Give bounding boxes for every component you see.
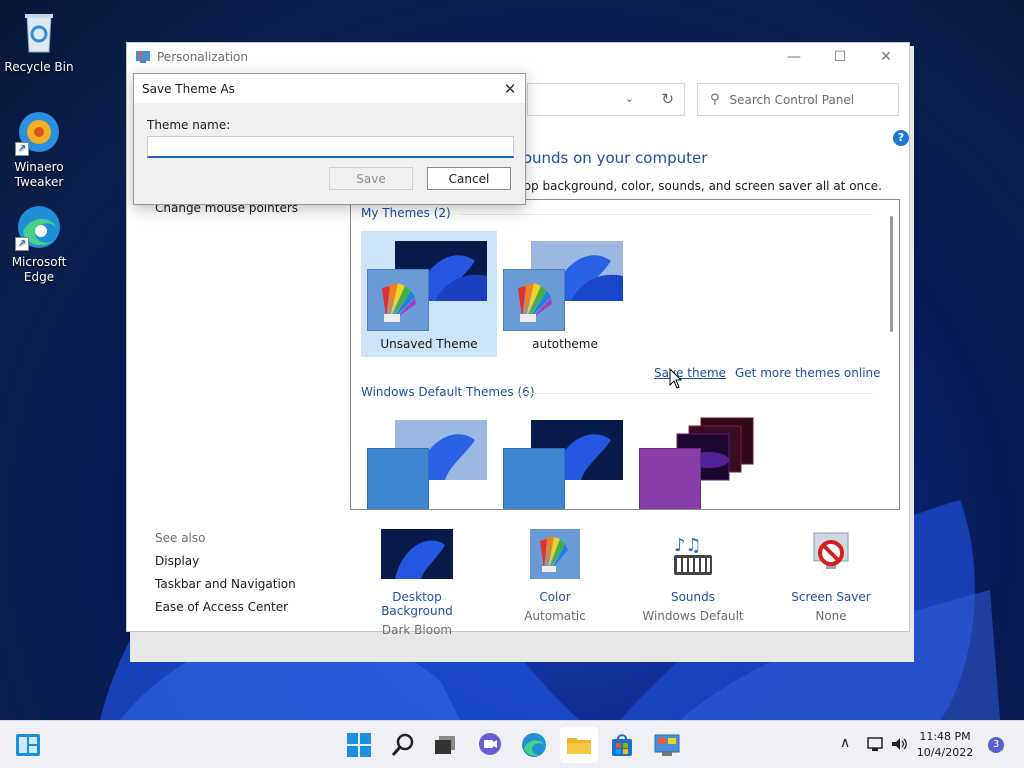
divider: [461, 214, 873, 215]
setting-value: Dark Bloom: [381, 623, 453, 637]
edge-icon[interactable]: [520, 731, 548, 759]
desktop-icon-label: Recycle Bin: [4, 60, 74, 74]
maximize-button[interactable]: ☐: [817, 43, 863, 71]
dialog-titlebar[interactable]: Save Theme As: [134, 74, 525, 103]
theme-label: autotheme: [532, 337, 598, 351]
chevron-up-icon[interactable]: ∧: [840, 735, 850, 751]
shortcut-arrow-icon: ↗: [15, 142, 29, 156]
page-heading: sounds on your computer: [515, 149, 708, 167]
sounds-setting[interactable]: ♪♫ Sounds Windows Default: [641, 529, 745, 623]
setting-title: Color: [539, 590, 571, 604]
search-box[interactable]: ⚲ Search Control Panel: [697, 83, 899, 116]
see-also-title: See also: [155, 531, 206, 545]
sounds-icon: ♪♫: [674, 535, 712, 575]
color-swatch: [503, 448, 565, 509]
page-subtext: top background, color, sounds, and scree…: [519, 179, 882, 193]
recycle-bin-icon: [15, 8, 63, 56]
desktop-icon-label: Microsoft Edge: [11, 255, 67, 284]
clock-time: 11:48 PM: [919, 730, 971, 743]
notification-badge[interactable]: 3: [988, 737, 1004, 753]
theme-autotheme[interactable]: autotheme: [497, 231, 633, 357]
color-fan-icon: [530, 529, 580, 579]
svg-text:♪♫: ♪♫: [674, 535, 702, 556]
control-panel-icon: [136, 51, 150, 63]
window-title: Personalization: [157, 50, 248, 64]
volume-icon[interactable]: [890, 735, 908, 753]
color-swatch: [367, 448, 429, 509]
address-bar[interactable]: ⌄ ↻: [527, 83, 685, 116]
screen-saver-setting[interactable]: Screen Saver None: [787, 529, 875, 623]
desktop-background-setting[interactable]: Desktop Background Dark Bloom: [361, 529, 473, 637]
task-view-icon[interactable]: [431, 731, 459, 759]
desktop-icon-microsoft-edge[interactable]: ↗ Microsoft Edge: [1, 203, 77, 285]
theme-name-input[interactable]: [147, 136, 514, 158]
chevron-down-icon[interactable]: ⌄: [625, 92, 634, 105]
themes-scrollbar[interactable]: [890, 216, 893, 332]
dialog-title: Save Theme As: [142, 81, 235, 96]
desktop-icon-recycle-bin[interactable]: Recycle Bin: [1, 8, 77, 75]
taskbar: ∧ 11:48 PM 10/4/2022 3: [0, 720, 1024, 768]
default-theme-3[interactable]: [633, 410, 769, 509]
see-also-display-link[interactable]: Display: [155, 554, 199, 568]
desktop-icon-winaero-tweaker[interactable]: ↗ Winaero Tweaker: [1, 108, 77, 190]
save-theme-dialog: Save Theme As ✕ Theme name: Save Cancel: [133, 73, 526, 205]
chat-icon[interactable]: [476, 731, 504, 759]
save-theme-link[interactable]: Save theme: [654, 366, 726, 380]
refresh-icon[interactable]: ↻: [661, 90, 674, 108]
setting-value: Automatic: [524, 609, 586, 623]
cancel-button[interactable]: Cancel: [427, 167, 511, 190]
see-also-taskbar-link[interactable]: Taskbar and Navigation: [155, 577, 296, 591]
setting-title: Screen Saver: [791, 590, 871, 604]
color-fan-icon: [503, 269, 565, 331]
divider: [519, 393, 873, 394]
theme-name-label: Theme name:: [147, 118, 231, 132]
desktop-icon-label: Winaero Tweaker: [14, 160, 64, 189]
setting-value: Windows Default: [642, 609, 744, 623]
search-icon[interactable]: [389, 731, 417, 759]
screen-saver-icon: [813, 532, 849, 569]
default-theme-2[interactable]: [497, 410, 633, 509]
shortcut-arrow-icon: ↗: [15, 237, 29, 251]
help-icon[interactable]: ?: [893, 130, 909, 146]
start-icon[interactable]: [345, 731, 373, 759]
edge-icon: ↗: [15, 203, 63, 251]
themes-list: My Themes (2) Unsaved Theme autotheme Sa…: [350, 199, 900, 510]
clock-date: 10/4/2022: [916, 746, 974, 759]
setting-title: Desktop Background: [381, 590, 453, 618]
mouse-cursor-icon: [669, 368, 683, 389]
minimize-button[interactable]: —: [771, 43, 817, 71]
save-button[interactable]: Save: [329, 167, 413, 190]
microsoft-store-icon[interactable]: [608, 731, 636, 759]
desktop-background-thumbnail: [381, 529, 453, 579]
search-icon: ⚲: [710, 92, 720, 107]
file-explorer-icon[interactable]: [565, 731, 593, 759]
theme-unsaved[interactable]: Unsaved Theme: [361, 231, 497, 357]
color-swatch: [639, 448, 701, 509]
theme-label: Unsaved Theme: [380, 337, 478, 351]
setting-value: None: [815, 609, 847, 623]
winaero-tweaker-icon: ↗: [15, 108, 63, 156]
search-placeholder: Search Control Panel: [729, 92, 855, 107]
default-theme-1[interactable]: [361, 410, 497, 509]
my-themes-title: My Themes (2): [361, 206, 451, 220]
default-themes-title: Windows Default Themes (6): [361, 385, 535, 399]
close-button[interactable]: ✕: [863, 43, 909, 71]
widgets-icon[interactable]: [14, 731, 42, 759]
clock[interactable]: 11:48 PM 10/4/2022: [910, 729, 980, 761]
control-panel-taskbar-icon[interactable]: [653, 731, 681, 759]
color-setting[interactable]: Color Automatic: [511, 529, 599, 623]
dialog-close-icon[interactable]: ✕: [495, 74, 525, 103]
setting-title: Sounds: [670, 590, 716, 604]
get-more-themes-link[interactable]: Get more themes online: [735, 366, 881, 380]
color-fan-icon: [367, 269, 429, 331]
network-icon[interactable]: [866, 735, 884, 753]
see-also-ease-of-access-link[interactable]: Ease of Access Center: [155, 600, 288, 614]
